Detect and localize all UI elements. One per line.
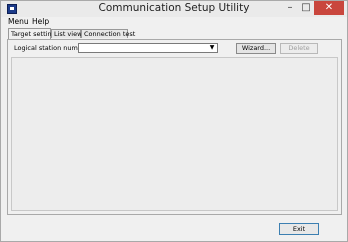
minimize-button[interactable]: – <box>282 1 298 15</box>
station-number-select[interactable]: ▼ <box>78 43 218 53</box>
wizard-button[interactable]: Wizard... <box>236 43 276 54</box>
menu-item-menu[interactable]: Menu <box>8 17 29 27</box>
station-settings-area <box>11 57 338 211</box>
main-window: Communication Setup Utility – □ ✕ Menu H… <box>0 0 348 242</box>
chevron-down-icon[interactable]: ▼ <box>208 45 216 51</box>
tab-target-setting[interactable]: Target setting <box>8 28 56 39</box>
delete-button: Delete <box>280 43 318 54</box>
tab-connection-test[interactable]: Connection test <box>81 29 135 38</box>
menu-bar: Menu Help <box>1 17 347 27</box>
exit-button[interactable]: Exit <box>279 223 319 235</box>
title-bar[interactable]: Communication Setup Utility – □ ✕ <box>1 1 347 17</box>
target-setting-panel: Logical station number ▼ Wizard... Delet… <box>7 39 342 215</box>
menu-item-help[interactable]: Help <box>32 17 49 27</box>
tab-list-view[interactable]: List view <box>51 29 82 38</box>
close-button[interactable]: ✕ <box>314 1 344 15</box>
maximize-button[interactable]: □ <box>298 1 314 15</box>
